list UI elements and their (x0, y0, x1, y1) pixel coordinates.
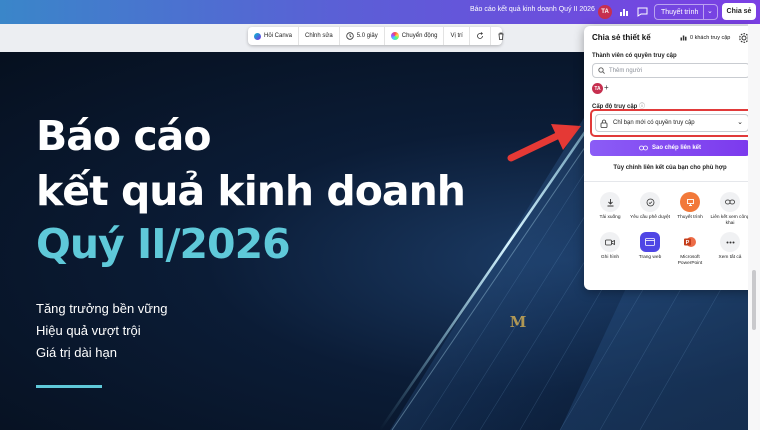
add-member-plus-icon[interactable]: + (604, 83, 609, 92)
watermark-text-image (498, 330, 538, 334)
present-option[interactable]: Thuyết trình (670, 192, 710, 226)
present-icon (680, 192, 700, 212)
access-level-select[interactable]: Chỉ bạn mới có quyền truy cập ⌄ (595, 114, 749, 132)
slide-title-line1[interactable]: Báo cáo (36, 116, 211, 157)
share-options-grid: Tải xuống Yêu cầu phê duyệt Thuyết trình… (590, 192, 750, 266)
edit-label: Chỉnh sửa (305, 33, 333, 39)
customize-link-button[interactable]: Tùy chỉnh liên kết của bạn cho phù hợp (584, 165, 756, 171)
website-option[interactable]: Trang web (630, 232, 670, 266)
option-label: Yêu cầu phê duyệt (630, 215, 671, 220)
divider (584, 181, 756, 182)
approval-icon (640, 192, 660, 212)
option-label: Tải xuống (599, 215, 621, 220)
chevron-down-icon: ⌄ (737, 119, 743, 126)
option-label: Trang web (638, 255, 662, 261)
share-panel: Chia sẻ thiết kế 0 khách truy cập Thành … (584, 26, 756, 290)
powerpoint-icon: P (680, 232, 700, 253)
ask-canva-label: Hỏi Canva (264, 33, 293, 39)
record-icon (600, 232, 620, 253)
top-bar: Báo cáo kết quả kinh doanh Quý II 2026 T… (0, 0, 760, 24)
watermark-logo: M (498, 315, 538, 334)
avatar[interactable]: TA (592, 83, 603, 94)
watermark-letter: M (509, 313, 527, 331)
document-title[interactable]: Báo cáo kết quả kinh doanh Quý II 2026 (470, 6, 595, 13)
animate-button[interactable]: Chuyển động (385, 27, 445, 45)
members-label: Thành viên có quyền truy cập (592, 53, 677, 59)
access-level-value: Chỉ bạn mới có quyền truy cập (613, 120, 695, 126)
option-label: Xem tất cả (718, 255, 742, 261)
download-icon (600, 192, 620, 212)
refresh-icon (476, 32, 483, 39)
divider (703, 5, 704, 19)
slide-subtitle[interactable]: Tăng trưởng bền vững (36, 301, 167, 316)
option-label: Ghi hình (600, 255, 620, 261)
website-icon (640, 232, 660, 253)
red-arrow-icon (507, 124, 581, 162)
download-option[interactable]: Tải xuống (590, 192, 630, 226)
position-label: Vị trí (450, 33, 463, 39)
present-label: Thuyết trình (661, 8, 699, 16)
see-all-option[interactable]: Xem tất cả (710, 232, 750, 266)
floating-toolbar: Hỏi Canva Chỉnh sửa 5.0 giây Chuyển động… (248, 27, 504, 45)
analytics-icon[interactable] (616, 4, 632, 20)
record-option[interactable]: Ghi hình (590, 232, 630, 266)
add-people-placeholder: Thêm người (609, 67, 642, 74)
add-people-input[interactable]: Thêm người (592, 63, 750, 78)
share-button[interactable]: Chia sẻ (722, 3, 756, 20)
svg-text:P: P (686, 240, 690, 246)
animate-label: Chuyển động (401, 33, 438, 39)
slide-title-line2[interactable]: kết quả kinh doanh (36, 171, 466, 212)
request-approval-option[interactable]: Yêu cầu phê duyệt (630, 192, 670, 226)
slide-subtitle[interactable]: Giá trị dài hạn (36, 345, 117, 360)
link-icon (639, 145, 648, 151)
powerpoint-option[interactable]: P Microsoft PowerPoint (670, 232, 710, 266)
avatar[interactable]: TA (598, 5, 612, 19)
option-label: Liên kết xem công khai (710, 215, 750, 226)
search-icon (598, 67, 605, 74)
timing-label: 5.0 giây (356, 33, 378, 39)
share-panel-title: Chia sẻ thiết kế (592, 33, 651, 42)
canva-ai-icon (254, 32, 261, 40)
option-label: Microsoft PowerPoint (677, 255, 703, 266)
access-highlight-box: Chỉ bạn mới có quyền truy cập ⌄ (590, 109, 754, 137)
timer-icon (346, 32, 354, 40)
delete-button[interactable] (491, 27, 511, 45)
rotate-button[interactable] (470, 27, 491, 45)
slide-subtitle[interactable]: Hiệu quả vượt trội (36, 323, 141, 338)
comment-icon[interactable] (634, 4, 650, 20)
edit-button[interactable]: Chỉnh sửa (299, 27, 340, 45)
trash-icon (498, 32, 504, 40)
slide-title-line3[interactable]: Quý II/2026 (36, 224, 291, 265)
visitors-label: 0 khách truy cập (690, 34, 731, 41)
animate-icon (390, 32, 399, 40)
position-button[interactable]: Vị trí (444, 27, 470, 45)
chevron-down-icon[interactable]: ⌄ (707, 7, 713, 15)
more-icon (720, 232, 740, 253)
public-link-icon (720, 192, 740, 212)
scrollbar[interactable] (752, 270, 756, 330)
timing-button[interactable]: 5.0 giây (340, 27, 385, 45)
option-label: Thuyết trình (677, 215, 703, 220)
right-gutter (748, 24, 760, 430)
present-button[interactable]: Thuyết trình ⌄ (654, 4, 718, 20)
public-view-link-option[interactable]: Liên kết xem công khai (710, 192, 750, 226)
analytics-icon (680, 35, 687, 41)
copy-link-label: Sao chép liên kết (651, 145, 702, 151)
copy-link-button[interactable]: Sao chép liên kết (590, 140, 750, 156)
accent-line[interactable] (36, 385, 102, 388)
lock-icon (600, 119, 608, 128)
ask-canva-button[interactable]: Hỏi Canva (248, 27, 300, 45)
visitors-count[interactable]: 0 khách truy cập (680, 34, 730, 41)
